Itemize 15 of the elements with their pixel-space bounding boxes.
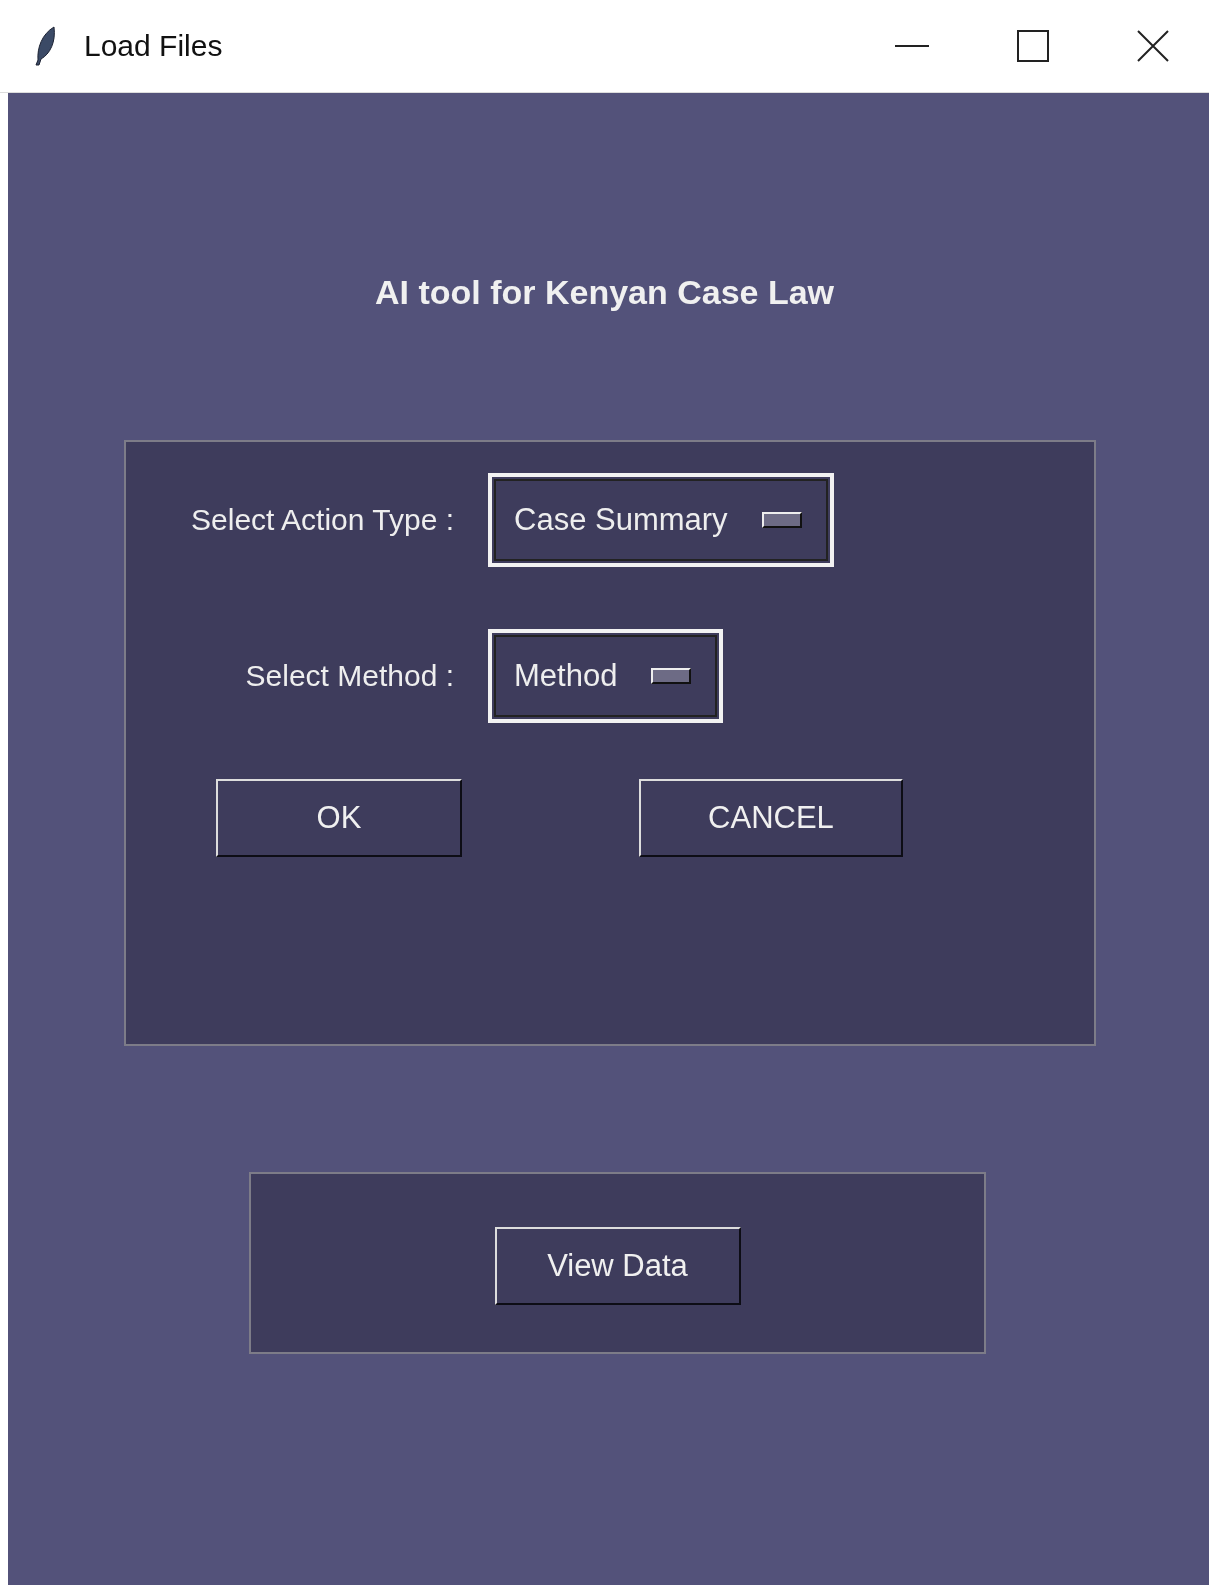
field-label: Select Action Type : <box>190 503 454 537</box>
indicator-icon <box>761 512 802 528</box>
feather-icon <box>34 26 58 66</box>
action-button[interactable]: CANCEL <box>639 779 903 857</box>
option-menu[interactable]: Case Summary <box>488 473 834 567</box>
maximize-icon[interactable] <box>1017 30 1049 62</box>
field-label: Select Method : <box>244 659 454 693</box>
indicator-icon <box>651 668 692 684</box>
option-menu[interactable]: Method <box>488 629 724 723</box>
view-data-button[interactable]: View Data <box>494 1227 741 1305</box>
app-heading: AI tool for Kenyan Case Law <box>373 273 836 312</box>
window-title: Load Files <box>84 29 223 63</box>
close-icon[interactable] <box>1137 30 1169 62</box>
action-button[interactable]: OK <box>216 779 462 857</box>
minimize-icon[interactable] <box>895 44 929 48</box>
